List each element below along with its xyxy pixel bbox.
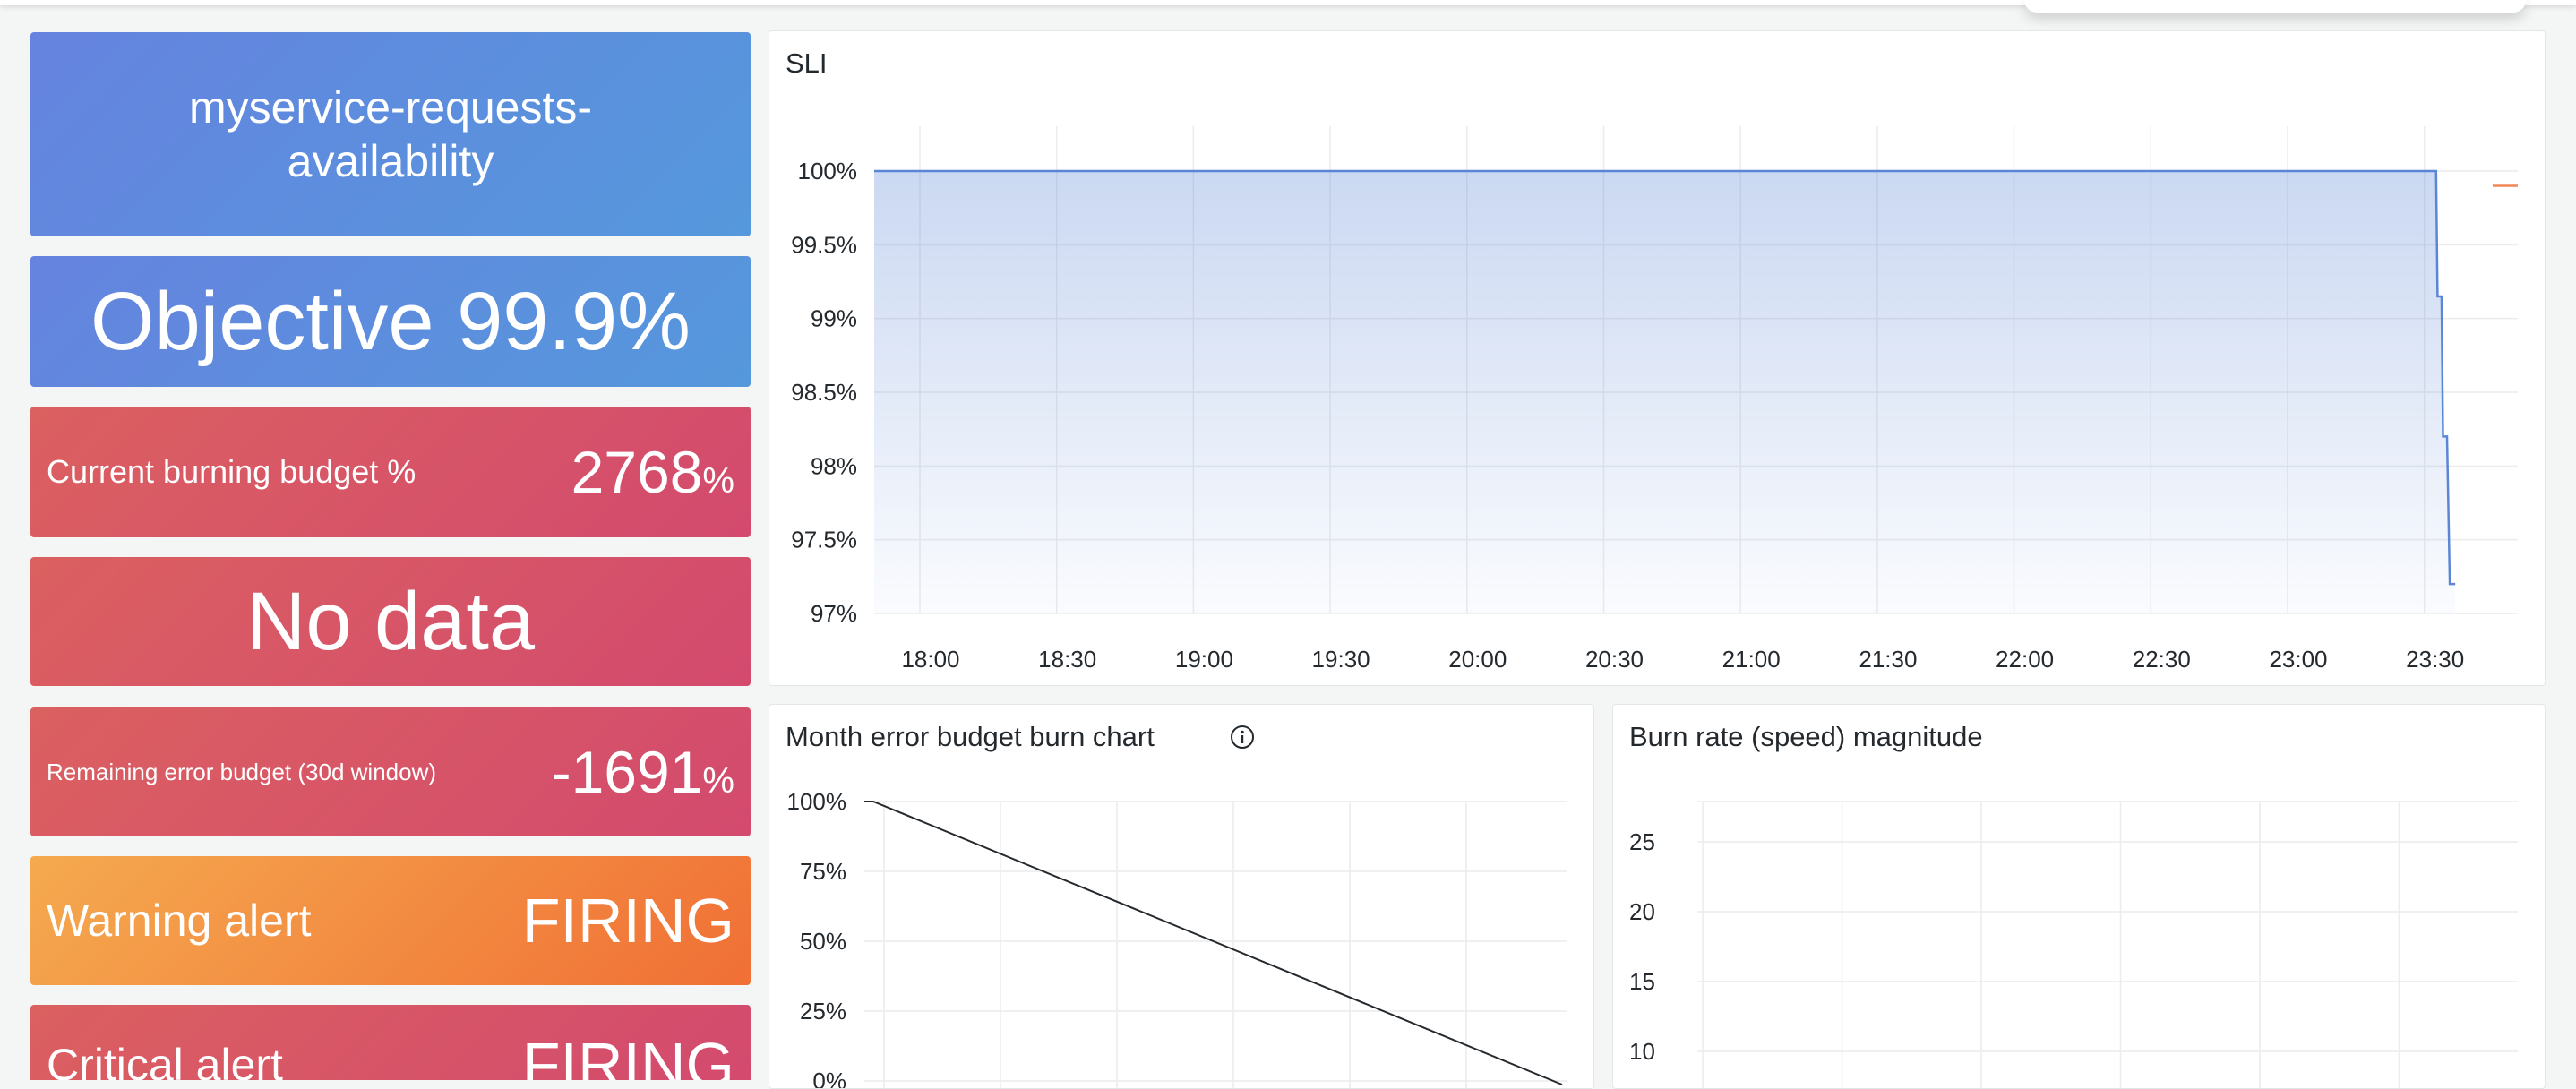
budget-burn-chart[interactable]: 100% 75% 50% 25% 0% [769,705,1594,1089]
sli-panel[interactable]: SLI 100% 99.5% 99% 98.5% 98% 97.5% 97% 18:00 18… [769,30,2546,686]
objective-panel[interactable]: Objective 99.9% [30,256,751,387]
no-data-text: No data [245,575,536,667]
burn-rate-y-axis: 25 20 15 10 [1629,828,1655,1065]
budget-grid [864,801,1567,1088]
sli-x-tick-label: 22:30 [2133,646,2191,673]
sli-y-tick-label: 98% [811,452,857,479]
burn-rate-panel[interactable]: Burn rate (speed) magnitude 25 20 15 10 [1612,704,2546,1089]
current-burning-unit: % [702,461,734,501]
sli-y-tick-label: 100% [798,158,858,184]
current-burning-panel[interactable]: Current burning budget % 2768% [30,407,751,537]
budget-y-tick-label: 0% [812,1068,846,1089]
critical-alert-state: FIRING [521,1030,734,1080]
current-burning-value-group: 2768% [571,438,734,506]
budget-series-line [864,801,1563,1085]
sli-x-tick-label: 20:30 [1585,646,1644,673]
warning-alert-state: FIRING [521,886,734,956]
sli-y-tick-label: 98.5% [791,379,857,406]
sli-x-tick-label: 21:30 [1859,646,1917,673]
remaining-budget-value-group: -1691% [552,738,734,806]
sli-x-tick-label: 23:30 [2406,646,2464,673]
remaining-budget-panel[interactable]: Remaining error budget (30d window) -169… [30,707,751,836]
sli-x-tick-label: 20:00 [1448,646,1507,673]
sli-x-tick-label: 23:00 [2269,646,2327,673]
budget-y-tick-label: 75% [800,858,846,885]
sli-y-tick-label: 99.5% [791,231,857,258]
burn-rate-y-tick-label: 25 [1629,828,1655,855]
budget-burn-panel[interactable]: Month error budget burn chart 100% 75% 50%… [769,704,1594,1089]
remaining-budget-unit: % [702,761,734,801]
sli-x-axis: 18:00 18:30 19:00 19:30 20:00 20:30 21:00 21:30… [901,646,2464,673]
burn-rate-grid [1697,801,2518,1088]
sli-chart[interactable]: 100%99.5%99%98.5%98%97.5%97% 18:00 18:30 1… [769,31,2546,686]
budget-y-tick-label: 100% [787,788,847,815]
warning-alert-panel[interactable]: Warning alert FIRING [30,856,751,985]
sli-y-axis: 100% 99.5% 99% 98.5% 98% 97.5% 97% [791,158,857,627]
sli-y-tick-label: 97.5% [791,527,857,553]
sli-x-tick-label: 18:00 [901,646,959,673]
remaining-budget-label: Remaining error budget (30d window) [47,758,437,785]
critical-alert-label: Critical alert [47,1040,283,1080]
burn-rate-y-tick-label: 20 [1629,898,1655,925]
sli-x-tick-label: 22:00 [1996,646,2054,673]
sli-y-tick-label: 97% [811,600,857,627]
sli-x-tick-label: 19:30 [1312,646,1370,673]
current-burning-value: 2768 [571,439,703,505]
objective-value: Objective 99.9% [90,275,691,367]
remaining-budget-value: -1691 [551,739,703,805]
sli-y-tick-label: 99% [811,305,857,332]
slo-name: myservice-requests-availability [188,82,593,186]
current-burning-label: Current burning budget % [47,453,416,490]
slo-name-panel[interactable]: myservice-requests-availability [30,32,751,236]
burn-rate-y-tick-label: 10 [1629,1038,1655,1065]
sli-area [874,171,2456,613]
warning-alert-label: Warning alert [47,896,312,946]
burn-rate-chart[interactable]: 25 20 15 10 [1613,705,2546,1089]
budget-y-tick-label: 50% [800,928,846,955]
sli-x-tick-label: 21:00 [1722,646,1781,673]
sli-x-tick-label: 19:00 [1175,646,1233,673]
budget-y-tick-label: 25% [800,998,846,1025]
no-data-panel[interactable]: No data [30,557,751,686]
burn-rate-y-tick-label: 15 [1629,968,1655,995]
critical-alert-panel[interactable]: Critical alert FIRING [30,1005,751,1080]
sli-x-tick-label: 18:30 [1038,646,1096,673]
top-navbar-dropdown-edge [2024,0,2526,13]
budget-y-axis: 100% 75% 50% 25% 0% [787,788,847,1089]
